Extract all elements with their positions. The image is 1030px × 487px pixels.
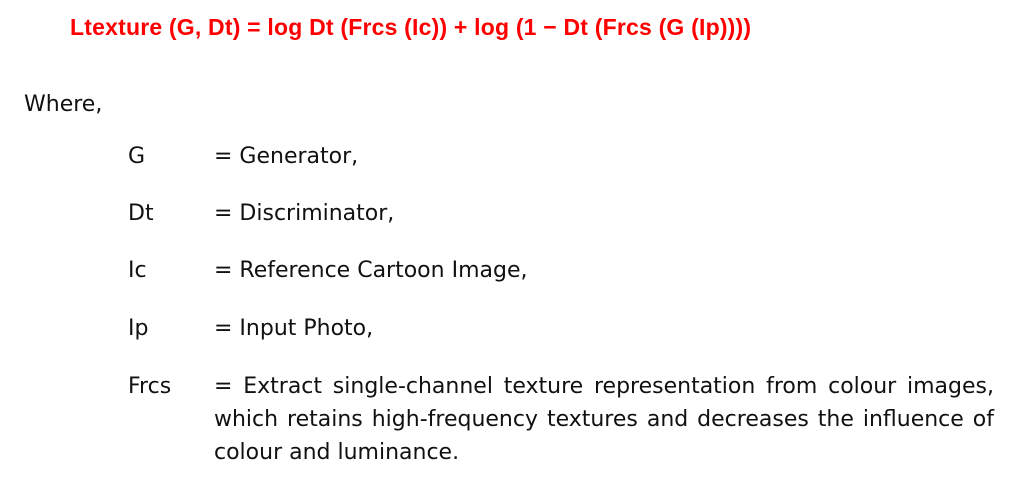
definition-text: = Input Photo,	[214, 316, 374, 341]
definition-text: = Generator,	[214, 144, 359, 169]
definition-text: = Reference Cartoon Image,	[214, 258, 528, 283]
definition-text: = Extract single-channel texture represe…	[214, 374, 994, 465]
where-label: Where,	[24, 92, 103, 117]
definition-term: Frcs	[128, 374, 172, 399]
definition-row: G = Generator,	[128, 140, 994, 173]
definition-text: = Discriminator,	[214, 201, 395, 226]
definition-term: Ic	[128, 258, 147, 283]
definition-term: Dt	[128, 201, 154, 226]
definition-row: Ic = Reference Cartoon Image,	[128, 254, 994, 287]
loss-equation: Ltexture (G, Dt) = log Dt (Frcs (Ic)) + …	[70, 14, 752, 40]
definition-term: Ip	[128, 316, 149, 341]
definition-row: Dt = Discriminator,	[128, 197, 994, 230]
definition-term: G	[128, 144, 146, 169]
definition-row: Frcs = Extract single-channel texture re…	[128, 370, 994, 469]
definition-row: Ip = Input Photo,	[128, 312, 994, 345]
